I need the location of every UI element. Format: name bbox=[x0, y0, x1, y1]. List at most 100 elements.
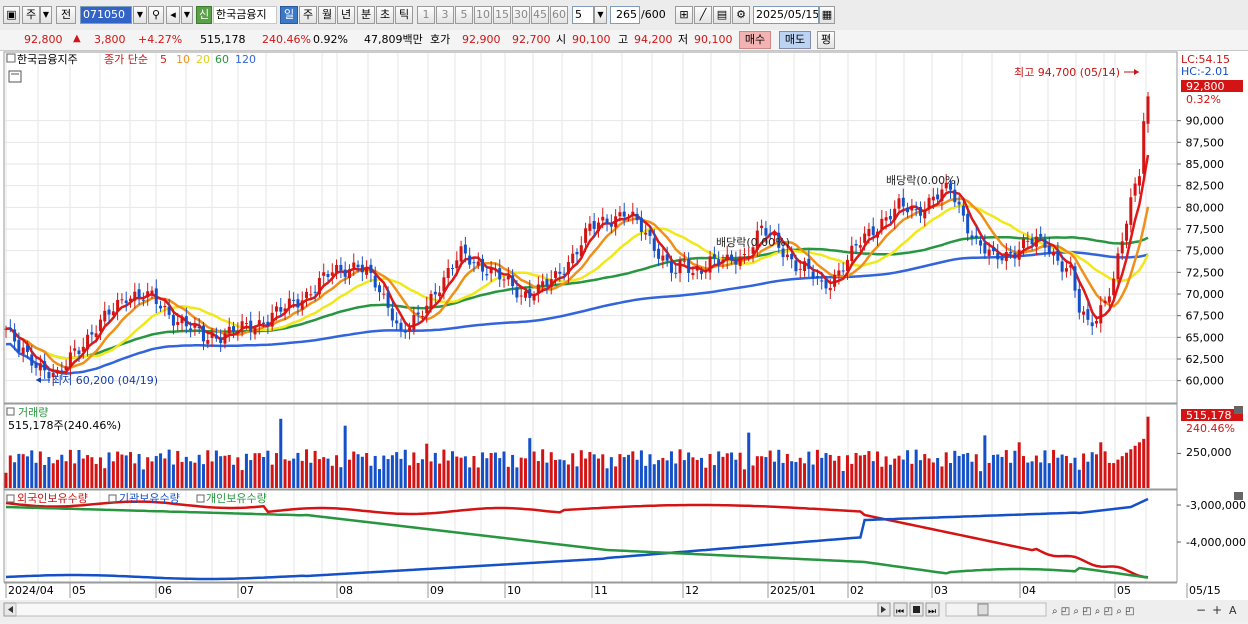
minute-select[interactable]: 5 bbox=[572, 6, 594, 24]
zoom-in-icon[interactable]: + bbox=[1212, 603, 1222, 617]
chart-tools-icon[interactable]: ⊞ bbox=[675, 6, 693, 24]
eval-button[interactable]: 평 bbox=[817, 31, 835, 49]
bar-count-input[interactable]: 265 bbox=[610, 6, 640, 24]
candle-body bbox=[678, 260, 682, 274]
volume-bar bbox=[1021, 456, 1025, 488]
volume-bar bbox=[1009, 462, 1013, 488]
period-year-button[interactable]: 년 bbox=[337, 6, 355, 24]
volume-bar bbox=[858, 455, 862, 488]
candle-body bbox=[554, 271, 558, 278]
calendar-icon[interactable]: ▦ bbox=[819, 6, 835, 24]
zoom-slider-thumb[interactable] bbox=[977, 603, 989, 616]
volume-close-icon[interactable] bbox=[1234, 406, 1243, 414]
volume-bar bbox=[579, 450, 583, 488]
zoom-slider[interactable] bbox=[945, 602, 1047, 617]
volume-bar bbox=[536, 461, 540, 488]
candle-body bbox=[498, 268, 502, 280]
price-tick-label: 70,000 bbox=[1186, 288, 1225, 301]
candle-body bbox=[154, 288, 158, 305]
individual-toggle-icon[interactable] bbox=[196, 494, 205, 503]
price-tick-label: 85,000 bbox=[1186, 158, 1225, 171]
period-month-button[interactable]: 월 bbox=[318, 6, 336, 24]
volume-bar bbox=[98, 457, 102, 488]
candle-body bbox=[485, 274, 489, 276]
settings-gear-icon[interactable]: ⚙ bbox=[732, 6, 750, 24]
candle-body bbox=[596, 222, 600, 232]
stock-name-field[interactable]: 한국금융지 bbox=[213, 6, 277, 24]
speaker-icon[interactable]: ◂ bbox=[166, 6, 180, 24]
candle-body bbox=[601, 216, 605, 221]
sell-button[interactable]: 매도 bbox=[779, 31, 811, 49]
candle-body bbox=[549, 279, 553, 288]
calculator-icon[interactable] bbox=[8, 70, 22, 83]
volume-pct-tag: 240.46% bbox=[1186, 422, 1235, 435]
candle-body bbox=[906, 207, 910, 213]
candle-body bbox=[150, 290, 154, 294]
volume-bar bbox=[94, 463, 98, 488]
date-tick-label: 10 bbox=[507, 584, 521, 597]
speaker-dropdown-icon[interactable]: ▼ bbox=[181, 6, 193, 24]
stock-code-dropdown-icon[interactable]: ▼ bbox=[133, 6, 147, 24]
minute-5-button[interactable]: 5 bbox=[455, 6, 473, 24]
holdings-close-icon[interactable] bbox=[1234, 492, 1243, 500]
candle-body bbox=[257, 320, 261, 326]
scroll-track[interactable] bbox=[15, 602, 879, 617]
volume-bar bbox=[1094, 454, 1098, 488]
new-badge[interactable]: 신 bbox=[196, 6, 212, 24]
institution-toggle-icon[interactable] bbox=[108, 494, 117, 503]
volume-bar bbox=[111, 461, 115, 488]
zoom-out-icon[interactable]: − bbox=[1196, 603, 1206, 617]
volume-panel-toggle-icon[interactable] bbox=[6, 407, 15, 416]
candle-body bbox=[730, 254, 734, 261]
candle-body bbox=[330, 272, 334, 276]
period-week-button[interactable]: 주 bbox=[299, 6, 317, 24]
period-type-dropdown-icon[interactable]: ▼ bbox=[40, 6, 52, 24]
candle-body bbox=[287, 298, 291, 308]
candle-body bbox=[700, 270, 704, 274]
font-size-icon[interactable]: A bbox=[1229, 604, 1237, 617]
candle-body bbox=[395, 320, 399, 324]
search-icon[interactable]: ⚲ bbox=[148, 6, 164, 24]
buy-button[interactable]: 매수 bbox=[739, 31, 771, 49]
candle-body bbox=[588, 223, 592, 231]
minute-3-button[interactable]: 3 bbox=[436, 6, 454, 24]
volume-bar bbox=[622, 457, 626, 488]
period-tick-button[interactable]: 틱 bbox=[395, 6, 413, 24]
date-input[interactable]: 2025/05/15 bbox=[753, 6, 819, 24]
minute-30-button[interactable]: 30 bbox=[512, 6, 530, 24]
period-second-button[interactable]: 초 bbox=[376, 6, 394, 24]
candle-body bbox=[429, 293, 433, 309]
window-menu-icon[interactable]: ▣ bbox=[3, 6, 20, 24]
stock-code-input[interactable]: 071050 bbox=[80, 6, 132, 24]
volume-bar bbox=[953, 450, 957, 488]
minute-60-button[interactable]: 60 bbox=[550, 6, 568, 24]
candle-body bbox=[541, 281, 545, 287]
holdings-panel-toggle-icon[interactable] bbox=[6, 494, 15, 503]
candle-body bbox=[1103, 300, 1107, 304]
minute-15-button[interactable]: 15 bbox=[493, 6, 511, 24]
stock-chart[interactable]: 90,000 87,500 85,000 82,500 80,000 77,500 75,0… bbox=[0, 51, 1248, 621]
prev-button[interactable]: 전 bbox=[56, 6, 76, 24]
drawing-tools-icons[interactable]: ⌕ ◰ ⌕ ◰ ⌕ ◰ ⌕ ◰ bbox=[1052, 606, 1134, 617]
volume-bar bbox=[863, 454, 867, 488]
period-type-button[interactable]: 주 bbox=[22, 6, 40, 24]
candle-body bbox=[609, 222, 613, 227]
candle-body bbox=[807, 258, 811, 269]
minute-10-button[interactable]: 10 bbox=[474, 6, 492, 24]
volume-bar bbox=[287, 460, 291, 488]
period-minute-button[interactable]: 분 bbox=[357, 6, 375, 24]
panel-toggle-icon[interactable] bbox=[6, 53, 16, 63]
volume-bar bbox=[313, 450, 317, 488]
minute-45-button[interactable]: 45 bbox=[531, 6, 549, 24]
date-axis-labels: 2024/04 05 06 07 08 09 10 11 12 2025/01 02 03 04 05 05… bbox=[4, 582, 1221, 598]
minute-1-button[interactable]: 1 bbox=[417, 6, 435, 24]
trendline-icon[interactable]: ╱ bbox=[694, 6, 712, 24]
candle-body bbox=[884, 217, 888, 221]
minute-select-dropdown-icon[interactable]: ▼ bbox=[594, 6, 607, 24]
low-label: 저 bbox=[678, 33, 689, 46]
save-icon[interactable]: ▤ bbox=[713, 6, 731, 24]
candle-body bbox=[1039, 234, 1043, 237]
candle-body bbox=[347, 269, 351, 279]
date-tick-label: 2024/04 bbox=[8, 584, 54, 597]
period-day-button[interactable]: 일 bbox=[280, 6, 298, 24]
